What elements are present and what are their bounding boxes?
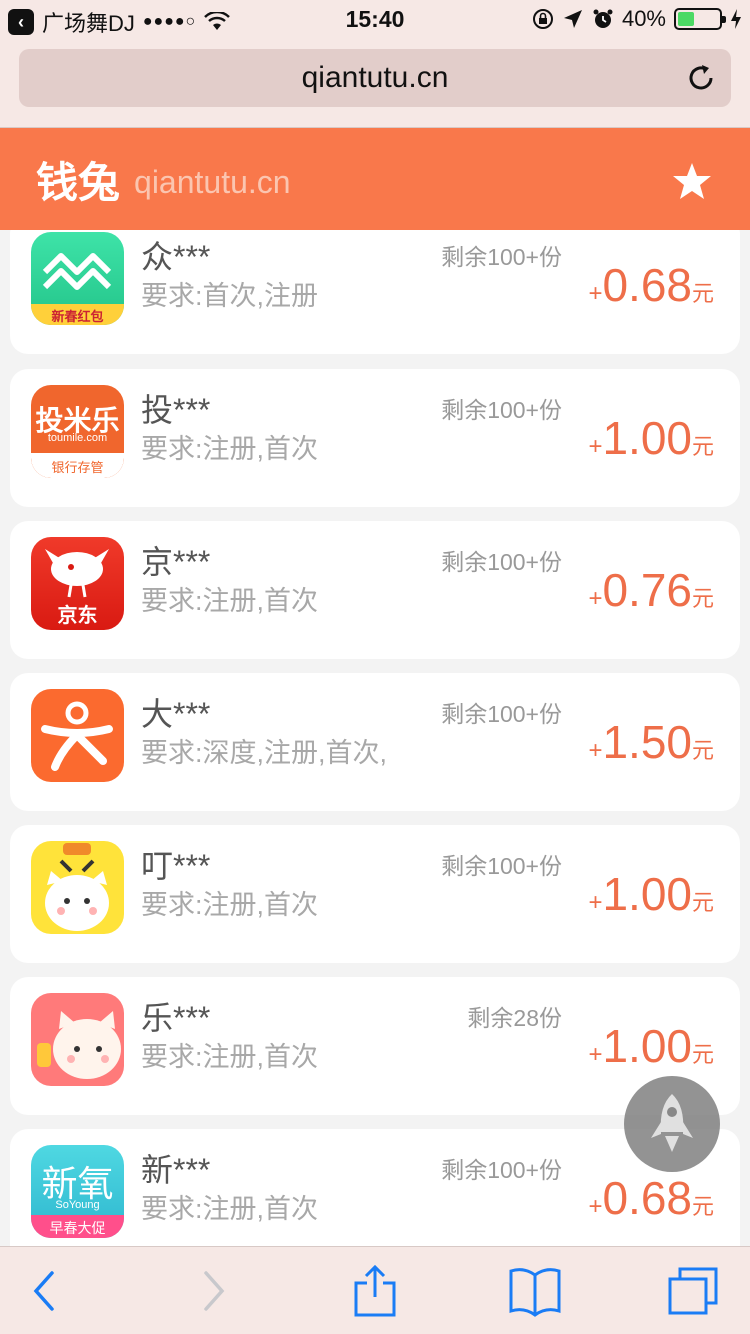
offer-reward: + 1.00 元 <box>588 1019 714 1073</box>
reward-unit: 元 <box>691 1194 714 1219</box>
offer-card[interactable]: 乐*** 要求:注册,首次 剩余28份 + 1.00 元 <box>10 977 740 1115</box>
reward-plus: + <box>588 433 603 460</box>
reward-amount: 1.00 <box>602 868 692 920</box>
dazhong-app-icon <box>31 689 124 782</box>
offer-reward: + 0.68 元 <box>588 1171 714 1225</box>
back-chevron-icon[interactable] <box>20 1265 74 1317</box>
offer-card[interactable]: 京东 京*** 要求:注册,首次 剩余100+份 + 0.76 元 <box>10 521 740 659</box>
reward-amount: 1.50 <box>602 716 692 768</box>
reward-amount: 0.76 <box>602 564 692 616</box>
offer-card[interactable]: 新春红包 众*** 要求:首次,注册 剩余100+份 + 0.68 元 <box>10 230 740 354</box>
back-to-top-button[interactable] <box>624 1076 720 1172</box>
site-domain: qiantutu.cn <box>134 163 291 200</box>
icon-badge-text: 新春红包 <box>51 309 104 324</box>
rocket-icon <box>651 1094 693 1152</box>
offer-app-name: 京*** <box>141 544 211 580</box>
offer-requirement: 要求:注册,首次 <box>141 890 319 920</box>
reward-plus: + <box>588 585 603 612</box>
favorite-star-icon[interactable] <box>672 162 712 200</box>
site-header: 钱兔 qiantutu.cn <box>0 128 750 230</box>
cat-mascot-icon <box>45 843 109 931</box>
person-logo-icon <box>41 701 113 771</box>
offer-reward: + 0.76 元 <box>588 563 714 617</box>
bookmarks-book-icon[interactable] <box>508 1265 562 1317</box>
charging-bolt-icon <box>731 9 741 29</box>
forward-chevron-icon[interactable] <box>184 1265 238 1317</box>
reward-amount: 1.00 <box>602 412 692 464</box>
offer-app-name: 众*** <box>141 239 211 275</box>
alarm-icon <box>593 9 613 28</box>
reward-amount: 1.00 <box>602 1020 692 1072</box>
offer-remaining: 剩余100+份 <box>441 853 562 879</box>
jd-app-icon: 京东 <box>31 537 124 630</box>
reward-unit: 元 <box>691 281 714 306</box>
offer-requirement: 要求:首次,注册 <box>141 281 319 311</box>
offer-app-name: 叮*** <box>141 848 211 884</box>
icon-sub-text: toumile.com <box>47 432 108 444</box>
offer-reward: + 0.68 元 <box>588 258 714 312</box>
status-bar: ‹ 广场舞DJ ●●●●○ 15:40 40% <box>0 0 750 40</box>
offer-remaining: 剩余100+份 <box>441 397 562 423</box>
reward-amount: 0.68 <box>602 259 692 311</box>
icon-sub-text: SoYoung <box>55 1199 100 1211</box>
offer-requirement: 要求:注册,首次 <box>141 434 319 464</box>
reward-unit: 元 <box>691 738 714 763</box>
offer-app-name: 乐*** <box>141 1000 211 1036</box>
offer-remaining: 剩余100+份 <box>441 549 562 575</box>
zhong-app-icon: 新春红包 <box>31 232 124 325</box>
offer-remaining: 剩余100+份 <box>441 1157 562 1183</box>
offer-card[interactable]: 投米乐 toumile.com 银行存管 投*** 要求:注册,首次 剩余100… <box>10 369 740 507</box>
rotation-lock-icon <box>532 9 553 29</box>
reward-plus: + <box>588 1041 603 1068</box>
offer-requirement: 要求:注册,首次 <box>141 1194 319 1224</box>
reward-plus: + <box>588 280 603 307</box>
offer-card[interactable]: 叮*** 要求:注册,首次 剩余100+份 + 1.00 元 <box>10 825 740 963</box>
offer-reward: + 1.00 元 <box>588 867 714 921</box>
cat-mascot-icon <box>37 1011 121 1079</box>
reward-unit: 元 <box>691 434 714 459</box>
reward-amount: 0.68 <box>602 1172 692 1224</box>
battery-icon <box>674 8 726 30</box>
browser-address-area: qiantutu.cn <box>0 40 750 128</box>
reload-icon[interactable] <box>685 62 717 94</box>
site-name: 钱兔 <box>36 158 121 206</box>
location-arrow-icon <box>563 10 582 28</box>
offer-app-name: 投*** <box>141 392 211 428</box>
icon-badge-text: 京东 <box>57 605 98 627</box>
browser-toolbar <box>0 1246 750 1334</box>
reward-unit: 元 <box>691 890 714 915</box>
offer-requirement: 要求:注册,首次 <box>141 1042 319 1072</box>
offer-remaining: 剩余100+份 <box>441 244 562 270</box>
battery-level <box>678 12 694 26</box>
reward-plus: + <box>588 737 603 764</box>
offer-reward: + 1.50 元 <box>588 715 714 769</box>
offer-requirement: 要求:注册,首次 <box>141 586 319 616</box>
tabs-overview-icon[interactable] <box>666 1265 720 1317</box>
offer-remaining: 剩余100+份 <box>441 701 562 727</box>
address-bar[interactable]: qiantutu.cn <box>19 49 731 107</box>
icon-badge-text: 银行存管 <box>31 453 124 478</box>
offer-app-name: 新*** <box>141 1152 211 1188</box>
le-cat-app-icon <box>31 993 124 1086</box>
url-text[interactable]: qiantutu.cn <box>302 61 449 95</box>
reward-unit: 元 <box>691 586 714 611</box>
offer-card[interactable]: 大*** 要求:深度,注册,首次, 剩余100+份 + 1.50 元 <box>10 673 740 811</box>
share-icon[interactable] <box>348 1265 402 1317</box>
ding-cat-app-icon <box>31 841 124 934</box>
battery-percent: 40% <box>621 6 666 31</box>
icon-badge-text: 早春大促 <box>31 1215 124 1238</box>
reward-unit: 元 <box>691 1042 714 1067</box>
offer-reward: + 1.00 元 <box>588 411 714 465</box>
offer-requirement: 要求:深度,注册,首次, <box>141 738 388 768</box>
offer-remaining: 剩余28份 <box>467 1005 562 1031</box>
toumile-app-icon: 投米乐 toumile.com 银行存管 <box>31 385 124 478</box>
soyoung-app-icon: 新氧 SoYoung 早春大促 <box>31 1145 124 1238</box>
reward-plus: + <box>588 1193 603 1220</box>
offer-app-name: 大*** <box>141 696 211 732</box>
reward-plus: + <box>588 889 603 916</box>
